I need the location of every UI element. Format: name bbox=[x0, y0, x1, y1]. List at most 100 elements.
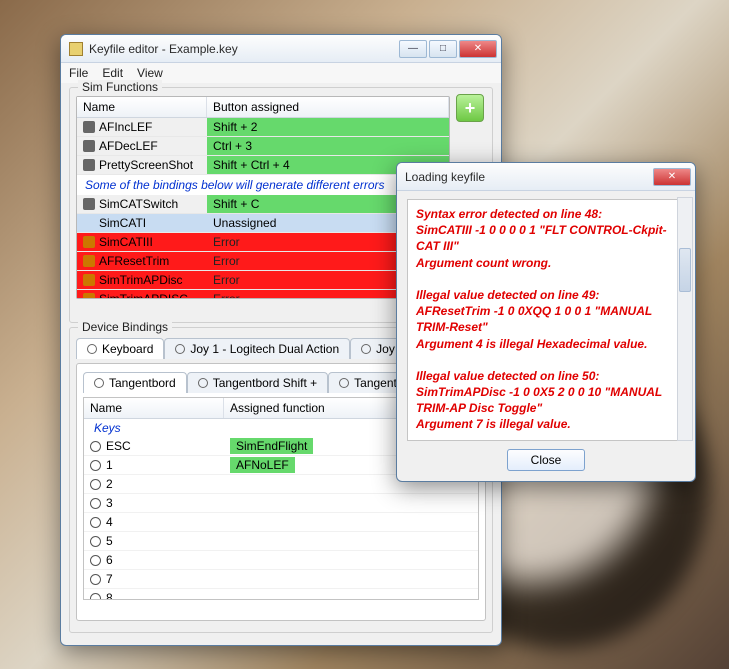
sim-row-name: AFIncLEF bbox=[99, 120, 152, 134]
modifier-tab[interactable]: Tangentbord bbox=[83, 372, 187, 393]
device-tab[interactable]: Keyboard bbox=[76, 338, 164, 359]
menu-file[interactable]: File bbox=[69, 66, 88, 80]
radio-icon bbox=[90, 593, 101, 600]
sim-row[interactable]: AFIncLEF Shift + 2 bbox=[77, 118, 449, 137]
key-name: 4 bbox=[106, 515, 113, 529]
app-icon bbox=[69, 42, 83, 56]
key-name: ESC bbox=[106, 439, 131, 453]
dialog-titlebar[interactable]: Loading keyfile ✕ bbox=[397, 163, 695, 191]
sim-row-name: AFResetTrim bbox=[99, 254, 169, 268]
loading-keyfile-dialog: Loading keyfile ✕ Syntax error detected … bbox=[396, 162, 696, 482]
error-line: Syntax error detected on line 48: bbox=[416, 206, 676, 222]
hand-icon bbox=[83, 236, 95, 248]
sim-row-name: SimCATI bbox=[99, 216, 146, 230]
radio-icon bbox=[87, 344, 97, 354]
cloud-icon bbox=[83, 159, 95, 171]
sim-row[interactable]: SimTrimAPDISCError bbox=[77, 290, 449, 298]
add-function-button[interactable]: + bbox=[456, 94, 484, 122]
sim-row-name: AFDecLEF bbox=[99, 139, 158, 153]
dialog-close-x[interactable]: ✕ bbox=[653, 168, 691, 186]
radio-icon bbox=[90, 479, 101, 490]
radio-icon bbox=[339, 378, 349, 388]
key-row[interactable]: 7 bbox=[84, 570, 478, 589]
close-button[interactable]: ✕ bbox=[459, 40, 497, 58]
modifier-tab-label: Tangentbord bbox=[109, 376, 176, 390]
error-line: Illegal value detected on line 49: bbox=[416, 287, 676, 303]
sim-row[interactable]: SimCATIIIError bbox=[77, 233, 449, 252]
error-line: Illegal value detected on line 50: bbox=[416, 368, 676, 384]
sim-row[interactable]: PrettyScreenShotShift + Ctrl + 4 bbox=[77, 156, 449, 175]
error-line bbox=[416, 271, 676, 287]
hand-icon bbox=[83, 274, 95, 286]
device-tab[interactable]: Joy 1 - Logitech Dual Action bbox=[164, 338, 350, 359]
modifier-tab[interactable]: Tangentbord Shift + bbox=[187, 372, 328, 393]
col-name[interactable]: Name bbox=[77, 97, 207, 117]
key-name: 5 bbox=[106, 534, 113, 548]
key-row[interactable]: 3 bbox=[84, 494, 478, 513]
dialog-title: Loading keyfile bbox=[405, 170, 653, 184]
device-tab-label: Keyboard bbox=[102, 342, 153, 356]
key-name: 2 bbox=[106, 477, 113, 491]
key-row[interactable]: 4 bbox=[84, 513, 478, 532]
radio-icon bbox=[90, 574, 101, 585]
sim-row-assigned: Ctrl + 3 bbox=[207, 137, 449, 155]
menu-edit[interactable]: Edit bbox=[102, 66, 123, 80]
radio-icon bbox=[90, 498, 101, 509]
key-assigned: AFNoLEF bbox=[230, 457, 295, 473]
cloud-icon bbox=[83, 198, 95, 210]
sim-row-name: PrettyScreenShot bbox=[99, 158, 193, 172]
error-line bbox=[416, 352, 676, 368]
key-name: 1 bbox=[106, 458, 113, 472]
key-name: 3 bbox=[106, 496, 113, 510]
titlebar[interactable]: Keyfile editor - Example.key — □ ✕ bbox=[61, 35, 501, 63]
key-row[interactable]: 8 bbox=[84, 589, 478, 599]
error-line: Argument 4 is illegal Hexadecimal value. bbox=[416, 336, 676, 352]
sim-info-row: Some of the bindings below will generate… bbox=[77, 175, 449, 195]
menu-view[interactable]: View bbox=[137, 66, 163, 80]
key-name: 7 bbox=[106, 572, 113, 586]
sim-row-name: SimCATSwitch bbox=[99, 197, 178, 211]
col-assigned[interactable]: Button assigned bbox=[207, 97, 449, 117]
radio-icon bbox=[90, 441, 101, 452]
cloud-icon bbox=[83, 140, 95, 152]
device-tab-label: Joy 1 - Logitech Dual Action bbox=[190, 342, 339, 356]
radio-icon bbox=[90, 555, 101, 566]
scroll-thumb[interactable] bbox=[679, 248, 691, 292]
sim-row-name: SimTrimAPDisc bbox=[99, 273, 183, 287]
key-assigned: SimEndFlight bbox=[230, 438, 313, 454]
error-line: AFResetTrim -1 0 0XQQ 1 0 0 1 "MANUAL TR… bbox=[416, 303, 676, 335]
cloud-icon bbox=[83, 121, 95, 133]
minimize-button[interactable]: — bbox=[399, 40, 427, 58]
radio-icon bbox=[90, 517, 101, 528]
sim-row-assigned: Shift + 2 bbox=[207, 118, 449, 136]
maximize-button[interactable]: □ bbox=[429, 40, 457, 58]
sim-row[interactable]: SimTrimAPDiscError bbox=[77, 271, 449, 290]
sim-row[interactable]: AFResetTrimError bbox=[77, 252, 449, 271]
sim-row-name: SimCATIII bbox=[99, 235, 153, 249]
error-line: Argument 7 is illegal value. bbox=[416, 416, 676, 432]
key-row[interactable]: 5 bbox=[84, 532, 478, 551]
sim-row[interactable]: SimCATIUnassigned bbox=[77, 214, 449, 233]
radio-icon bbox=[90, 460, 101, 471]
sim-functions-table: Name Button assigned AFIncLEFShift + 2AF… bbox=[76, 96, 450, 299]
error-scrollbar[interactable] bbox=[677, 197, 693, 441]
sim-row[interactable]: SimCATSwitchShift + C bbox=[77, 195, 449, 214]
error-line: Argument count wrong. bbox=[416, 255, 676, 271]
window-title: Keyfile editor - Example.key bbox=[89, 42, 399, 56]
error-line: SimCATIII -1 0 0 0 0 1 "FLT CONTROL-Ckpi… bbox=[416, 222, 676, 254]
key-row[interactable]: 6 bbox=[84, 551, 478, 570]
sim-row[interactable]: AFDecLEF Ctrl + 3 bbox=[77, 137, 449, 156]
hand-icon bbox=[83, 255, 95, 267]
radio-icon bbox=[90, 536, 101, 547]
keys-col-name[interactable]: Name bbox=[84, 398, 224, 418]
radio-icon bbox=[361, 344, 371, 354]
device-bindings-title: Device Bindings bbox=[78, 320, 172, 334]
sim-row-name: SimTrimAPDISC bbox=[99, 292, 188, 298]
radio-icon bbox=[94, 378, 104, 388]
error-pane[interactable]: Syntax error detected on line 48:SimCATI… bbox=[407, 199, 685, 441]
radio-icon bbox=[198, 378, 208, 388]
hand-icon bbox=[83, 293, 95, 298]
dialog-close-button[interactable]: Close bbox=[507, 449, 585, 471]
key-name: 8 bbox=[106, 591, 113, 599]
modifier-tab-label: Tangentbord Shift + bbox=[213, 376, 317, 390]
